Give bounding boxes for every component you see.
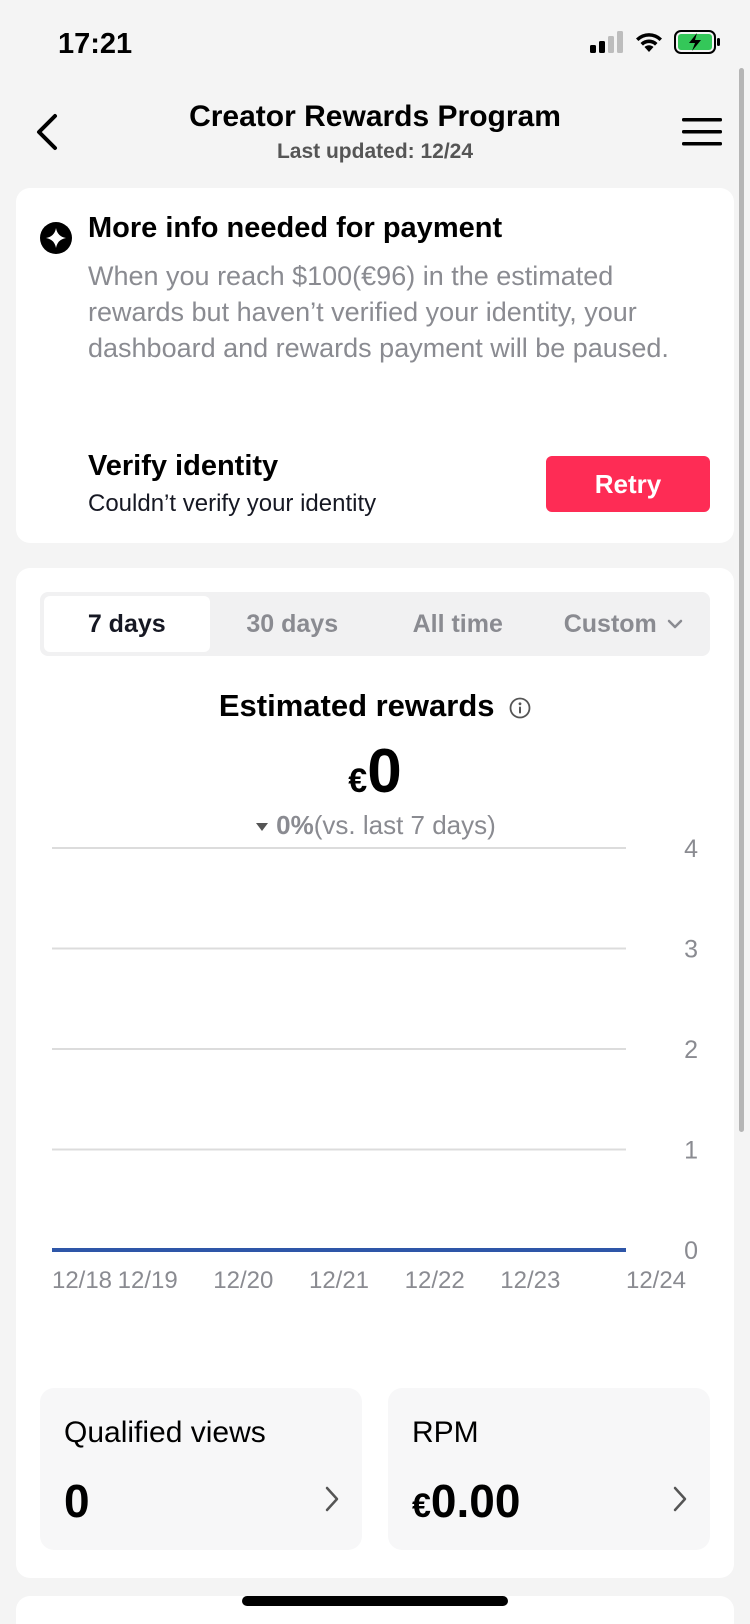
tab-custom-label: Custom bbox=[563, 609, 657, 638]
y-tick-label: 1 bbox=[684, 1137, 698, 1165]
rpm-card[interactable]: RPM €0.00 bbox=[388, 1388, 710, 1550]
estimated-rewards-heading: Estimated rewards bbox=[16, 688, 734, 724]
y-tick-label: 4 bbox=[684, 838, 698, 863]
scrollbar[interactable] bbox=[739, 68, 744, 1132]
y-tick-label: 0 bbox=[684, 1237, 698, 1265]
status-icons bbox=[590, 30, 722, 54]
cellular-signal-icon bbox=[590, 31, 623, 53]
tab-custom[interactable]: Custom bbox=[541, 596, 707, 652]
estimated-rewards-title: Estimated rewards bbox=[218, 688, 495, 723]
wifi-icon bbox=[636, 33, 662, 52]
tab-30-days[interactable]: 30 days bbox=[210, 596, 376, 652]
status-time: 17:21 bbox=[58, 28, 133, 60]
y-tick-label: 3 bbox=[684, 936, 698, 964]
rewards-card: 7 days 30 days All time Custom Estimated… bbox=[16, 568, 734, 1578]
chevron-right-icon bbox=[325, 1486, 339, 1512]
x-tick-label: 12/19 bbox=[118, 1267, 178, 1294]
qualified-views-label: Qualified views bbox=[64, 1416, 266, 1449]
rpm-value: €0.00 bbox=[412, 1474, 520, 1528]
x-tick-label: 12/23 bbox=[500, 1267, 560, 1294]
x-tick-label: 12/21 bbox=[309, 1267, 369, 1294]
y-tick-label: 2 bbox=[684, 1036, 698, 1064]
chevron-down-icon bbox=[667, 619, 683, 629]
rewards-change-label: (vs. last 7 days) bbox=[313, 810, 496, 840]
rpm-label: RPM bbox=[412, 1416, 479, 1449]
last-updated: Last updated: 12/24 bbox=[276, 140, 474, 163]
tab-7-days[interactable]: 7 days bbox=[44, 596, 210, 652]
payment-notice-card: More info needed for payment When you re… bbox=[16, 188, 734, 543]
x-tick-label: 12/20 bbox=[213, 1267, 273, 1294]
triangle-down-icon bbox=[256, 823, 269, 832]
notice-body: When you reach $100(€96) in the estimate… bbox=[88, 261, 669, 363]
rewards-change-percent: 0% bbox=[276, 810, 314, 840]
period-tabs: 7 days 30 days All time Custom bbox=[40, 592, 710, 656]
qualified-views-value: 0 bbox=[64, 1474, 90, 1528]
rpm-currency: € bbox=[412, 1487, 431, 1525]
nav-header: Creator Rewards Program Last updated: 12… bbox=[0, 90, 750, 182]
rewards-currency: € bbox=[348, 762, 368, 800]
estimated-rewards-value: €0 bbox=[16, 736, 734, 807]
battery-charging-icon bbox=[674, 30, 720, 54]
chevron-right-icon bbox=[673, 1486, 687, 1512]
menu-button[interactable] bbox=[680, 110, 724, 154]
hamburger-menu-icon bbox=[682, 118, 722, 146]
verify-identity-status: Couldn’t verify your identity bbox=[88, 490, 377, 517]
notice-title: More info needed for payment bbox=[88, 212, 503, 244]
qualified-views-number: 0 bbox=[64, 1475, 90, 1527]
retry-button[interactable]: Retry bbox=[546, 456, 710, 512]
page-title: Creator Rewards Program bbox=[189, 100, 561, 133]
rewards-change: 0%(vs. last 7 days) bbox=[16, 810, 734, 841]
rpm-amount: 0.00 bbox=[430, 1475, 521, 1527]
rewards-amount: 0 bbox=[367, 737, 402, 806]
qualified-views-card[interactable]: Qualified views 0 bbox=[40, 1388, 362, 1550]
sparkle-icon bbox=[40, 222, 72, 254]
x-tick-label: 12/18 bbox=[52, 1267, 112, 1294]
home-indicator[interactable] bbox=[242, 1596, 508, 1606]
verify-identity-title: Verify identity bbox=[88, 450, 279, 482]
status-bar: 17:21 bbox=[0, 0, 750, 90]
rewards-line-chart: 0 1 2 3 4 12/18 12/19 12/20 12/21 12/22 12/23 12/24 bbox=[52, 838, 698, 1294]
x-tick-label: 12/24 bbox=[626, 1267, 686, 1294]
info-icon[interactable] bbox=[509, 697, 531, 719]
tab-all-time[interactable]: All time bbox=[375, 596, 541, 652]
x-tick-label: 12/22 bbox=[405, 1267, 465, 1294]
